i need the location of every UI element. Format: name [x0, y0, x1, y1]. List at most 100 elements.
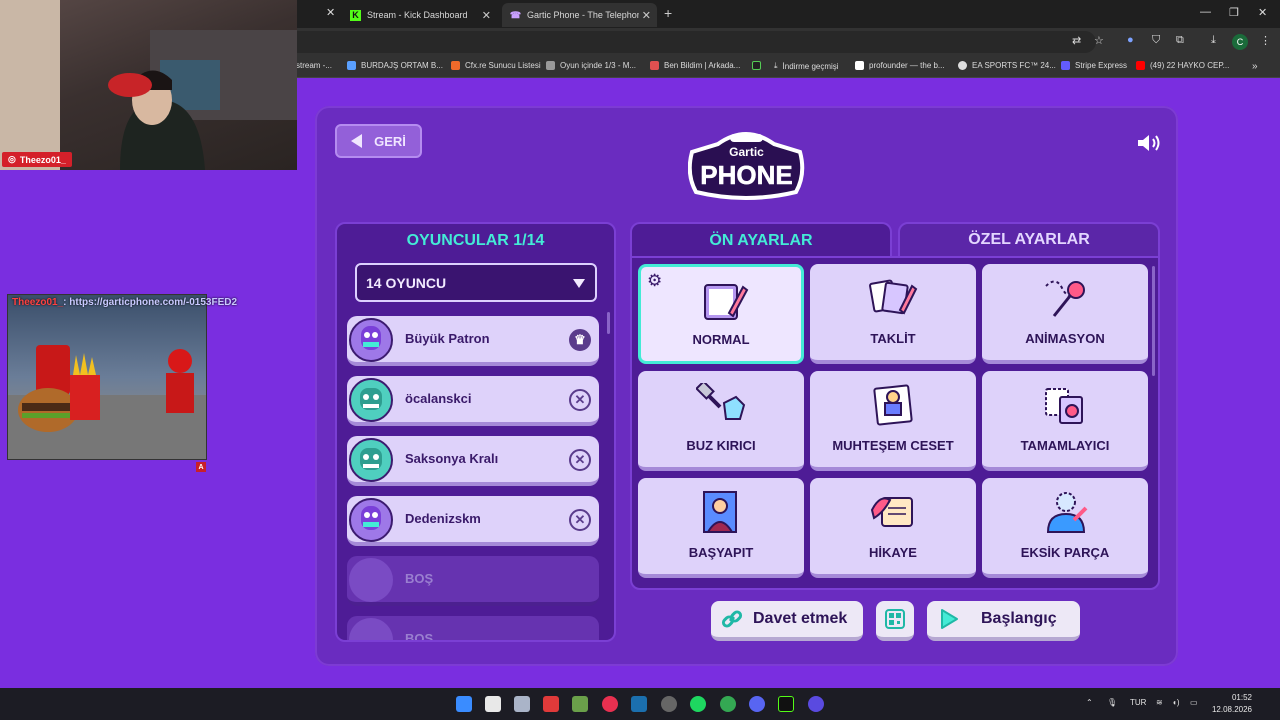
app-icon[interactable]	[602, 696, 618, 712]
minecraft-icon[interactable]	[572, 696, 588, 712]
bookmark-item[interactable]: EA SPORTS FC™ 24...	[958, 61, 1056, 70]
obs-icon[interactable]	[808, 696, 824, 712]
minimize-icon[interactable]: —	[1200, 6, 1211, 18]
clock[interactable]: 01:52 12.08.2026	[1208, 692, 1252, 716]
star-icon[interactable]: ☆	[1094, 34, 1104, 47]
language-indicator[interactable]: TUR	[1130, 698, 1146, 707]
phone-icon: ☎	[509, 9, 522, 20]
complete-icon	[1045, 388, 1083, 424]
start-label: Başlangıç	[981, 610, 1057, 627]
new-tab-button[interactable]: +	[664, 5, 672, 21]
app-icon[interactable]	[543, 696, 559, 712]
exquisite-corpse-icon	[873, 384, 913, 426]
bookmark-item[interactable]: (49) 22 HAYKO CEP...	[1136, 61, 1229, 70]
player-count-select[interactable]: 14 OYUNCU	[355, 263, 597, 302]
bookmark-item[interactable]: stream -...	[296, 61, 332, 70]
discord-icon[interactable]	[749, 696, 765, 712]
bookmark-item[interactable]: Ben Bildim | Arkada...	[650, 61, 740, 70]
clock-time: 01:52	[1231, 693, 1252, 702]
chrome-icon[interactable]	[720, 696, 736, 712]
player-name: BOŞ	[405, 631, 434, 642]
tab-label: Stream - Kick Dashboard	[367, 10, 468, 20]
bookmark-item[interactable]: ⤓ İndirme geçmişi	[774, 61, 839, 71]
extension-icon[interactable]: ●	[1127, 34, 1134, 46]
cards-icon	[869, 279, 918, 315]
steam-icon[interactable]	[631, 696, 647, 712]
mode-normal[interactable]: ⚙ NORMAL	[638, 264, 804, 364]
svg-text:Gartic: Gartic	[729, 145, 764, 159]
bookmark-item[interactable]: Stripe Express	[1061, 61, 1127, 70]
close-icon[interactable]: ✕	[642, 9, 651, 22]
app-icon[interactable]	[661, 696, 677, 712]
invite-button[interactable]: Davet etmek	[711, 601, 863, 641]
menu-icon[interactable]: ⋮	[1260, 34, 1271, 47]
bookmark-item[interactable]: profounder — the b...	[855, 61, 945, 70]
mode-label: ANİMASYON	[1025, 331, 1105, 346]
instagram-handle: ◎ Theezo01_	[2, 152, 72, 167]
qr-code-button[interactable]	[876, 601, 914, 641]
gartic-phone-logo: Gartic PHONE	[688, 132, 805, 200]
volume-icon[interactable]: ◖)	[1172, 698, 1180, 707]
ad-badge: A	[196, 462, 206, 472]
tab-custom-settings[interactable]: ÖZEL AYARLAR	[898, 222, 1160, 258]
mode-eksik-parca[interactable]: EKSİK PARÇA	[982, 478, 1148, 578]
bookmark-item[interactable]: Oyun içinde 1/3 - M...	[546, 61, 636, 70]
animation-icon	[1045, 280, 1085, 317]
kick-player-button[interactable]: ✕	[569, 449, 591, 471]
close-window-icon[interactable]: ✕	[1258, 6, 1267, 19]
profile-avatar[interactable]: C	[1232, 34, 1248, 50]
wifi-icon[interactable]: ≋	[1156, 698, 1163, 707]
player-name: Saksonya Kralı	[405, 451, 499, 466]
bookmark-item[interactable]	[752, 61, 766, 70]
masterpiece-icon	[703, 491, 737, 533]
close-icon[interactable]: ✕	[482, 9, 491, 22]
mode-tamamlayici[interactable]: TAMAMLAYICI	[982, 371, 1148, 471]
more-bookmarks-icon[interactable]: »	[1252, 61, 1258, 72]
windows-start-icon[interactable]	[456, 696, 472, 712]
gear-icon[interactable]: ⚙	[647, 271, 662, 291]
mode-buz-kirici[interactable]: BUZ KIRICI	[638, 371, 804, 471]
player-name: BOŞ	[405, 571, 434, 586]
mode-muhtesem-ceset[interactable]: MUHTEŞEM CESET	[810, 371, 976, 471]
battery-icon[interactable]: ▭	[1190, 698, 1198, 707]
mcdonalds-ad-image	[8, 345, 206, 459]
microphone-icon[interactable]: 🎙	[1107, 698, 1117, 707]
back-button[interactable]: GERİ	[335, 124, 422, 158]
tab-presets[interactable]: ÖN AYARLAR	[630, 222, 892, 258]
modes-scrollbar[interactable]	[1152, 266, 1155, 376]
tab-kick[interactable]: K Stream - Kick Dashboard ✕	[342, 3, 497, 27]
shield-icon[interactable]: ⛉	[1152, 34, 1160, 47]
close-icon[interactable]: ✕	[326, 6, 335, 19]
app-icon[interactable]	[485, 696, 501, 712]
link-icon	[721, 610, 743, 628]
mode-basyapit[interactable]: BAŞYAPIT	[638, 478, 804, 578]
kick-player-button[interactable]: ✕	[569, 389, 591, 411]
sound-icon[interactable]	[1136, 132, 1164, 154]
chevron-up-icon[interactable]: ⌃	[1086, 698, 1093, 707]
ad-overlay	[7, 294, 207, 460]
empty-slot: BOŞ	[347, 616, 599, 642]
start-button[interactable]: Başlangıç	[927, 601, 1080, 641]
mode-hikaye[interactable]: HİKAYE	[810, 478, 976, 578]
avatar	[349, 378, 393, 422]
app-icon[interactable]	[778, 696, 794, 712]
restore-icon[interactable]: ❐	[1229, 6, 1239, 19]
players-title: OYUNCULAR 1/14	[406, 232, 545, 249]
mode-label: TAKLİT	[870, 331, 916, 346]
ice-hammer-icon	[696, 383, 746, 420]
mode-label: BAŞYAPIT	[688, 545, 754, 560]
avatar	[349, 558, 393, 602]
players-scrollbar[interactable]	[607, 312, 610, 334]
kick-player-button[interactable]: ✕	[569, 509, 591, 531]
bookmark-item[interactable]: Cfx.re Sunucu Listesi	[451, 61, 541, 70]
app-icon[interactable]	[514, 696, 530, 712]
mode-animasyon[interactable]: ANİMASYON	[982, 264, 1148, 364]
puzzle-icon[interactable]: ⧉	[1176, 34, 1184, 47]
translate-icon[interactable]: ⇄	[1072, 34, 1081, 47]
chevron-down-icon	[573, 279, 585, 288]
tab-gartic[interactable]: ☎ Gartic Phone - The Telephone G ✕	[502, 3, 657, 27]
download-icon[interactable]: ⤓	[1211, 34, 1216, 47]
bookmark-item[interactable]: BURDAJŞ ORTAM B...	[347, 61, 443, 70]
mode-taklit[interactable]: TAKLİT	[810, 264, 976, 364]
spotify-icon[interactable]	[690, 696, 706, 712]
